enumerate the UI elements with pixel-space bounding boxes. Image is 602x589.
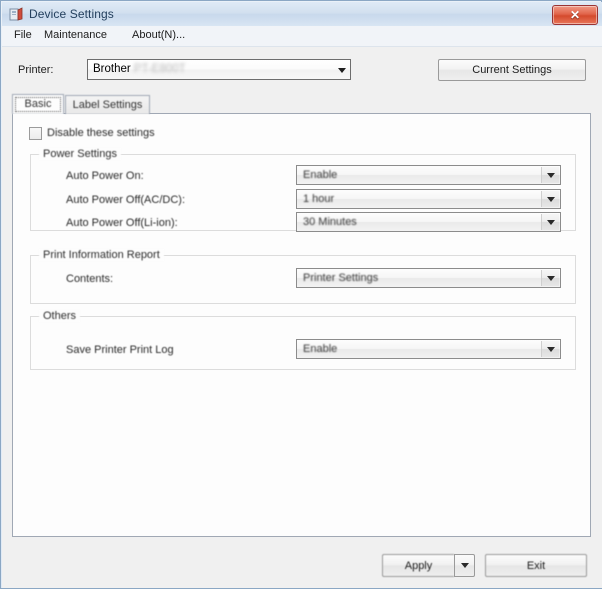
group-title-print-information-report: Print Information Report (39, 249, 164, 261)
combobox-auto-power-on-value: Enable (303, 169, 338, 181)
chevron-down-icon (541, 191, 559, 207)
window-title: Device Settings (29, 7, 114, 21)
chevron-down-icon (541, 214, 559, 230)
chevron-down-icon (541, 341, 559, 357)
chevron-down-icon (338, 67, 346, 73)
combobox-save-printer-print-log[interactable]: Enable (296, 339, 561, 359)
label-contents: Contents: (66, 273, 114, 285)
printer-model: PT-E800T (133, 63, 186, 75)
printer-label: Printer: (18, 64, 54, 76)
close-icon: ✕ (569, 8, 581, 22)
group-title-power-settings: Power Settings (39, 148, 121, 160)
status-bar (2, 586, 602, 587)
tab-strip: Basic Label Settings (12, 94, 591, 114)
combobox-auto-power-off-liion-value: 30 Minutes (303, 216, 357, 228)
combobox-auto-power-on[interactable]: Enable (296, 165, 561, 185)
menu-item-file[interactable]: File (10, 29, 36, 43)
tab-basic[interactable]: Basic (12, 94, 64, 114)
close-button[interactable]: ✕ (552, 5, 598, 25)
group-print-information-report: Print Information Report Contents: Print… (30, 249, 576, 304)
tab-panel-basic: Disable these settings Power Settings Au… (12, 113, 591, 537)
label-auto-power-on: Auto Power On: (66, 170, 144, 182)
combobox-auto-power-off-liion[interactable]: 30 Minutes (296, 212, 561, 232)
label-auto-power-off-acdc: Auto Power Off(AC/DC): (66, 194, 185, 206)
chevron-down-icon (541, 270, 559, 286)
menu-bar: File Maintenance About(N)... (2, 26, 602, 47)
exit-button[interactable]: Exit (485, 554, 587, 577)
printer-selected-value: Brother PT-E800T (93, 63, 186, 75)
disable-settings-checkbox[interactable] (29, 127, 42, 140)
printer-combobox[interactable]: Brother PT-E800T (87, 59, 351, 80)
group-power-settings: Power Settings Auto Power On: Enable Aut… (30, 148, 576, 232)
device-settings-window: Device Settings ✕ File Maintenance About… (0, 0, 602, 589)
label-save-printer-print-log: Save Printer Print Log (66, 344, 174, 356)
combobox-auto-power-off-acdc[interactable]: 1 hour (296, 189, 561, 209)
chevron-down-icon (460, 563, 469, 568)
apply-dropdown-button[interactable] (454, 554, 475, 577)
menu-item-about[interactable]: About(N)... (128, 29, 189, 43)
printer-brand: Brother (93, 63, 131, 75)
combobox-auto-power-off-acdc-value: 1 hour (303, 193, 335, 205)
current-settings-button[interactable]: Current Settings (438, 59, 586, 81)
combobox-contents-value: Printer Settings (303, 272, 379, 284)
group-title-others: Others (39, 310, 81, 322)
apply-button[interactable]: Apply (382, 554, 454, 577)
combobox-save-printer-print-log-value: Enable (303, 343, 338, 355)
label-auto-power-off-liion: Auto Power Off(Li-ion): (66, 217, 178, 229)
printer-icon (9, 7, 24, 22)
group-others: Others Save Printer Print Log Enable (30, 310, 576, 370)
chevron-down-icon (541, 167, 559, 183)
menu-item-maintenance[interactable]: Maintenance (40, 29, 111, 43)
title-bar: Device Settings ✕ (2, 2, 602, 27)
tab-label-settings[interactable]: Label Settings (65, 95, 150, 114)
disable-settings-label: Disable these settings (47, 127, 155, 139)
combobox-contents[interactable]: Printer Settings (296, 268, 561, 288)
